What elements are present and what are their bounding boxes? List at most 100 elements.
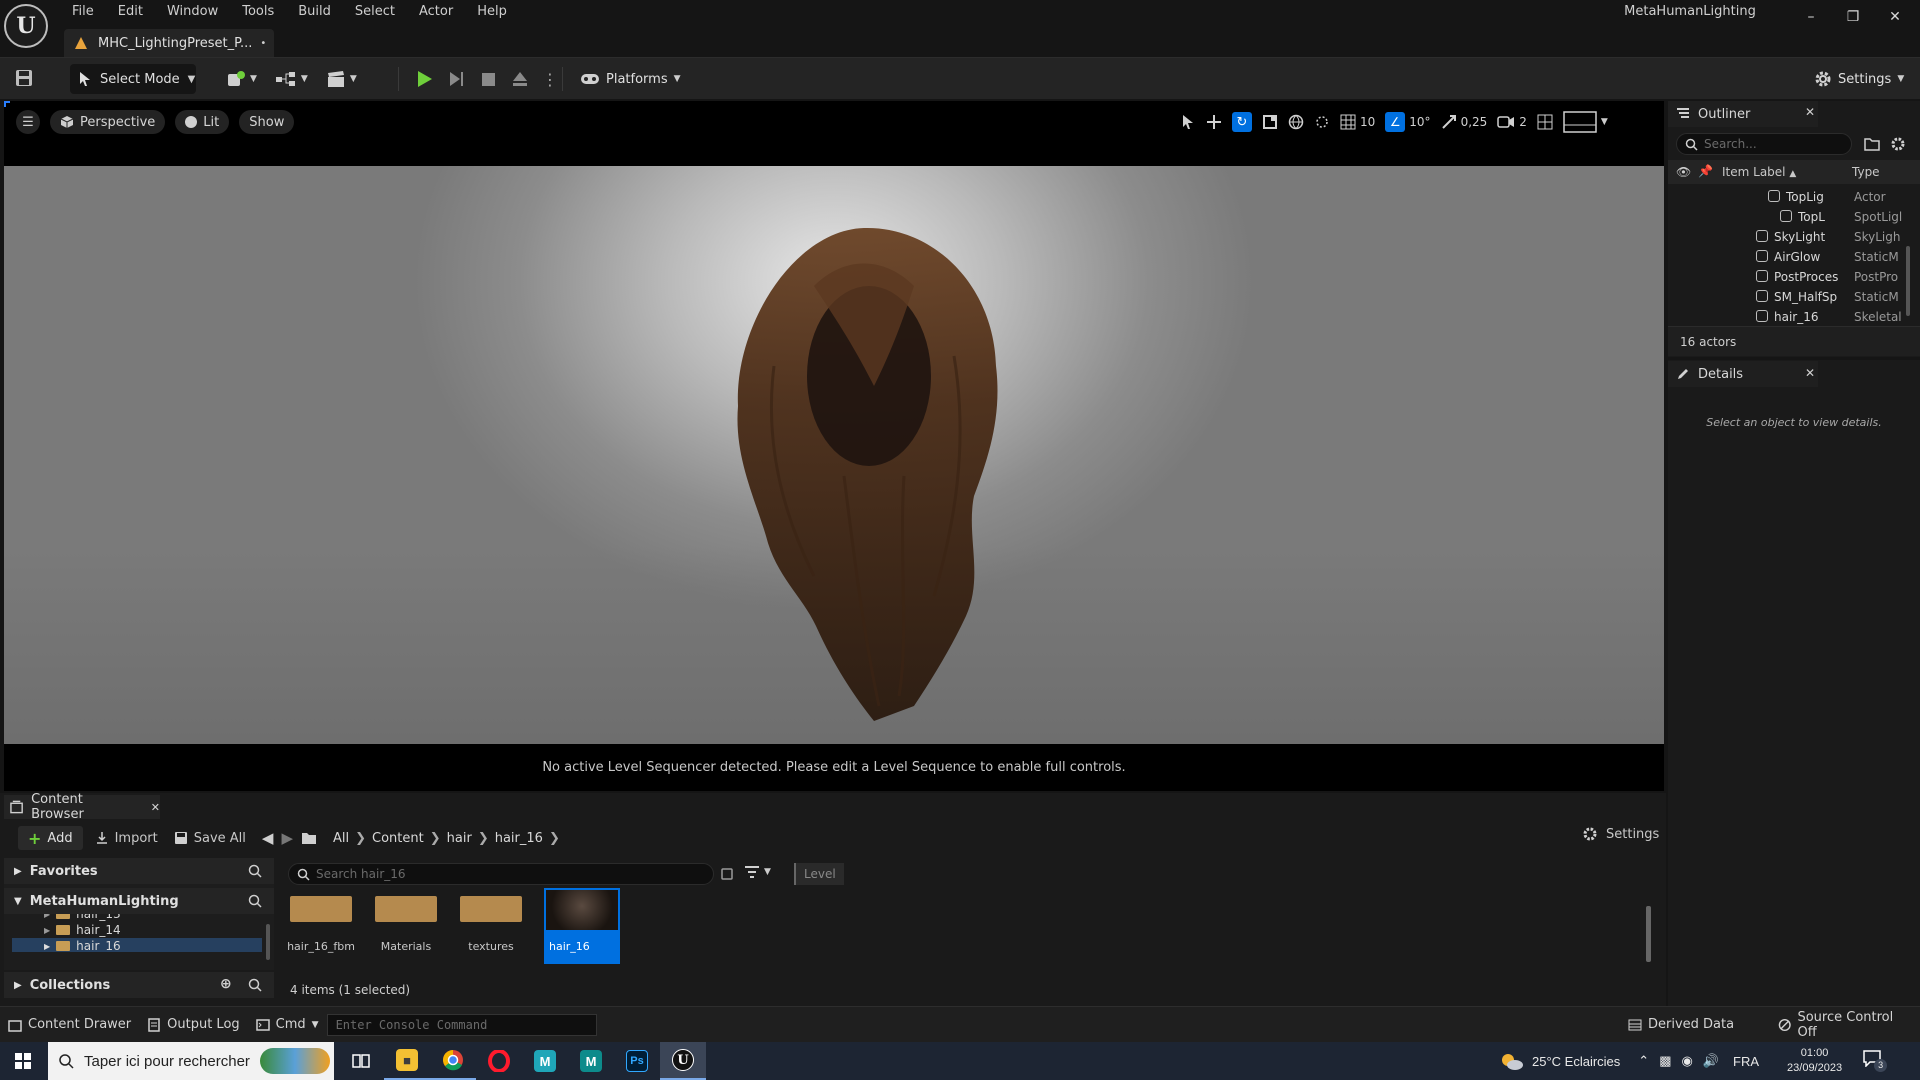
history-forward-icon[interactable]: ▶: [281, 829, 293, 847]
asset-tile-folder[interactable]: Materials: [371, 892, 441, 953]
translate-icon[interactable]: [1206, 114, 1222, 130]
maximize-viewport-icon[interactable]: [1537, 114, 1553, 130]
save-search-icon[interactable]: [720, 867, 734, 881]
unreal-logo-icon[interactable]: U: [4, 4, 48, 48]
breadcrumb-hair-16[interactable]: hair_16: [495, 831, 543, 846]
derived-data-button[interactable]: Derived Data: [1620, 1007, 1742, 1043]
settings-dropdown[interactable]: Settings ▼: [1814, 64, 1904, 94]
eject-icon[interactable]: [510, 69, 530, 89]
play-icon[interactable]: [414, 69, 434, 89]
minimize-button[interactable]: –: [1790, 0, 1832, 34]
source-control-button[interactable]: Source Control Off: [1770, 1007, 1920, 1043]
language-indicator[interactable]: FRA: [1733, 1054, 1759, 1069]
menu-help[interactable]: Help: [465, 2, 519, 22]
menu-window[interactable]: Window: [155, 2, 230, 22]
folder-row[interactable]: ▶ hair_13: [44, 914, 121, 922]
step-icon[interactable]: [446, 69, 466, 89]
maya-lt-icon[interactable]: M: [522, 1042, 568, 1080]
select-mode-dropdown[interactable]: Select Mode ▼: [70, 64, 196, 94]
filter-dropdown[interactable]: ▼: [744, 865, 771, 879]
windows-start-icon[interactable]: [0, 1042, 46, 1080]
asset-tile-folder[interactable]: textures: [456, 892, 526, 953]
collections-section[interactable]: ▶ Collections ⊕: [4, 972, 274, 998]
menu-tools[interactable]: Tools: [230, 2, 286, 22]
lit-button[interactable]: Lit: [175, 110, 230, 134]
content-drawer-button[interactable]: Content Drawer: [0, 1007, 139, 1043]
hamburger-menu-icon[interactable]: ☰: [16, 110, 40, 134]
surface-snap-icon[interactable]: [1314, 114, 1330, 130]
item-label-column[interactable]: Item Label ▲: [1722, 165, 1796, 179]
menu-edit[interactable]: Edit: [106, 2, 155, 22]
folder-row-selected[interactable]: ▶ hair_16: [12, 938, 262, 952]
cmd-dropdown[interactable]: Cmd ▼: [248, 1007, 327, 1043]
search-icon[interactable]: [248, 978, 262, 992]
outliner-row[interactable]: TopL SpotLigl: [1668, 207, 1904, 227]
outliner-row[interactable]: SM_HalfSp StaticM: [1668, 287, 1904, 307]
add-button[interactable]: + Add: [18, 826, 83, 850]
folder-row[interactable]: ▶ hair_14: [44, 922, 121, 938]
import-button[interactable]: Import: [95, 831, 158, 846]
more-options-icon[interactable]: ⋮: [542, 70, 558, 89]
globe-icon[interactable]: [1288, 114, 1304, 130]
camera-speed-button[interactable]: 2: [1497, 115, 1527, 129]
outliner-row[interactable]: hair_16 Skeletal: [1668, 307, 1904, 327]
breadcrumb-content[interactable]: Content: [372, 831, 424, 846]
menu-build[interactable]: Build: [286, 2, 343, 22]
pin-icon[interactable]: 📌: [1698, 164, 1713, 178]
breadcrumb-hair[interactable]: hair: [447, 831, 472, 846]
perspective-button[interactable]: Perspective: [50, 110, 166, 134]
grid-snap-toggle[interactable]: 10: [1340, 114, 1375, 130]
blueprint-button[interactable]: ▼: [275, 70, 308, 88]
folder-icon[interactable]: [301, 831, 317, 845]
search-icon[interactable]: [248, 864, 262, 878]
output-log-button[interactable]: Output Log: [139, 1007, 248, 1043]
device-icon[interactable]: ▩: [1659, 1053, 1671, 1069]
menu-select[interactable]: Select: [343, 2, 407, 22]
clock[interactable]: 01:00 23/09/2023: [1787, 1046, 1842, 1076]
asset-tile-selected[interactable]: hair_16: [544, 888, 620, 964]
rotate-icon[interactable]: ↻: [1232, 112, 1252, 132]
outliner-row[interactable]: PostProces PostPro: [1668, 267, 1904, 287]
network-icon[interactable]: ◉: [1682, 1053, 1693, 1069]
restore-button[interactable]: ❐: [1832, 0, 1874, 34]
visibility-eye-icon[interactable]: 👁: [1676, 165, 1691, 179]
cinematics-button[interactable]: ▼: [326, 70, 357, 88]
gear-icon[interactable]: [1890, 136, 1906, 152]
stop-icon[interactable]: [478, 69, 498, 89]
history-back-icon[interactable]: ◀: [262, 829, 274, 847]
close-outliner-icon[interactable]: ✕: [1805, 105, 1815, 119]
project-section[interactable]: ▼ MetaHumanLighting: [4, 888, 274, 914]
notifications-icon[interactable]: 3: [1862, 1049, 1888, 1073]
folder-tree-scrollbar[interactable]: [266, 924, 270, 960]
asset-search-input[interactable]: Search hair_16: [288, 863, 714, 885]
chrome-icon[interactable]: [430, 1042, 476, 1080]
scale-icon[interactable]: [1262, 114, 1278, 130]
volume-icon[interactable]: 🔊: [1703, 1053, 1719, 1069]
content-browser-tab[interactable]: Content Browser ✕: [4, 792, 160, 822]
show-button[interactable]: Show: [239, 110, 295, 134]
add-actor-button[interactable]: ▼: [226, 70, 257, 88]
outliner-tab[interactable]: Outliner: [1668, 101, 1818, 127]
layout-dropdown[interactable]: ▼: [1563, 111, 1608, 133]
rotation-snap-toggle[interactable]: ∠ 10°: [1385, 112, 1431, 132]
file-explorer-icon[interactable]: ■: [384, 1042, 430, 1080]
content-settings-button[interactable]: Settings: [1582, 826, 1659, 842]
type-column[interactable]: Type: [1852, 165, 1880, 179]
menu-file[interactable]: File: [60, 2, 106, 22]
breadcrumb-separator-icon[interactable]: ❯: [549, 831, 560, 846]
asset-tile-folder[interactable]: hair_16_fbm: [286, 892, 356, 953]
viewport-scene[interactable]: [4, 166, 1664, 744]
maya-icon[interactable]: M: [568, 1042, 614, 1080]
outliner-scrollbar[interactable]: [1906, 246, 1910, 316]
details-tab[interactable]: Details: [1668, 361, 1818, 387]
outliner-row[interactable]: TopLig Actor: [1668, 187, 1904, 207]
add-collection-icon[interactable]: ⊕: [220, 976, 232, 992]
asset-grid-scrollbar[interactable]: [1646, 906, 1651, 962]
chevron-up-icon[interactable]: ⌃: [1638, 1053, 1649, 1069]
level-filter-chip[interactable]: Level: [794, 863, 844, 885]
weather-icon[interactable]: [1500, 1052, 1524, 1072]
save-all-button[interactable]: Save All: [174, 831, 246, 846]
weather-label[interactable]: 25°C Eclaircies: [1532, 1054, 1620, 1069]
console-command-input[interactable]: Enter Console Command: [326, 1013, 597, 1036]
add-folder-icon[interactable]: [1864, 137, 1880, 151]
